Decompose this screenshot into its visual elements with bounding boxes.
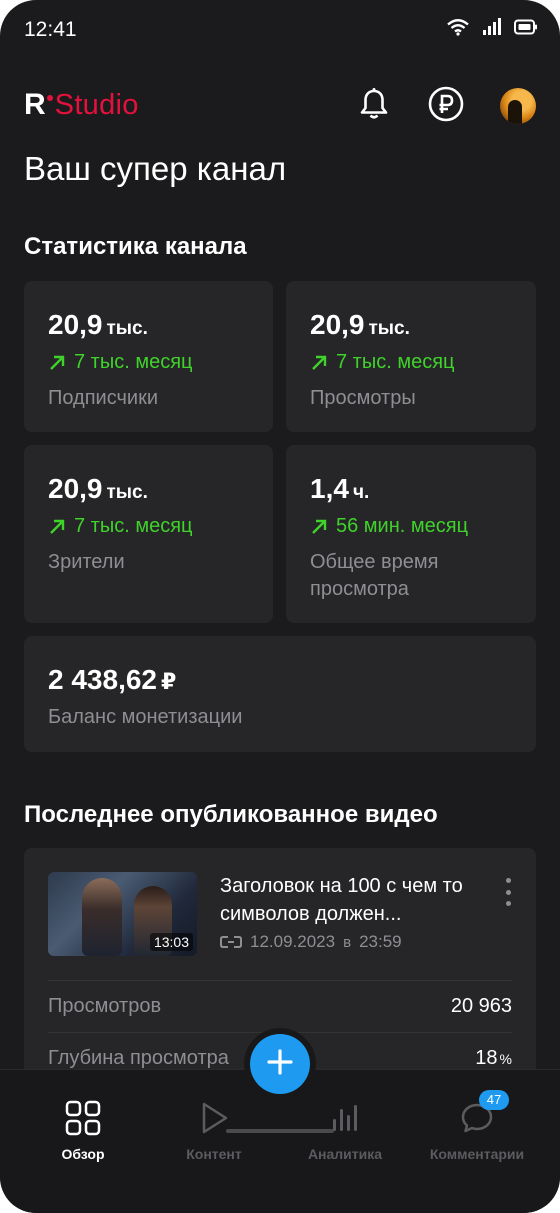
- battery-icon: [514, 19, 538, 40]
- stat-change: 7 тыс. месяц: [48, 515, 193, 538]
- stat-change: 56 мин. месяц: [310, 515, 468, 538]
- balance-card[interactable]: 2 438,62 ₽ Баланс монетизации: [24, 636, 536, 752]
- nav-label: Обзор: [61, 1146, 105, 1162]
- notifications-button[interactable]: [356, 87, 392, 125]
- logo-studio: Studio: [54, 88, 139, 121]
- plus-icon: [266, 1048, 294, 1081]
- stat-change-text: 7 тыс. месяц: [74, 515, 193, 537]
- bell-icon: [359, 87, 389, 125]
- metric-row-views: Просмотров 20 963: [48, 980, 512, 1032]
- nav-label: Контент: [186, 1146, 242, 1162]
- signal-icon: [482, 18, 502, 41]
- metric-value: 20 963: [451, 995, 512, 1018]
- video-thumbnail[interactable]: 13:03: [48, 872, 197, 956]
- stat-value: 20,9 тыс.: [48, 309, 148, 341]
- stat-label: Общее время просмотра: [310, 551, 439, 600]
- phone-screen: 12:41 R Studio Ваш супер канал Статистик…: [0, 0, 560, 1213]
- metric-label: Глубина просмотра: [48, 1047, 229, 1069]
- video-date: 12.09.2023 в 23:59: [220, 932, 402, 952]
- stats-section-title: Статистика канала: [24, 233, 247, 260]
- video-date-text: 12.09.2023: [250, 932, 336, 951]
- stat-number: 20,9: [48, 309, 103, 340]
- stat-unit: тыс.: [106, 482, 148, 503]
- comment-icon: 47: [457, 1090, 509, 1138]
- stat-change: 7 тыс. месяц: [48, 351, 193, 374]
- stat-card-watch-time[interactable]: 1,4 ч. 56 мин. месяц Общее время просмотр…: [286, 445, 536, 623]
- video-date-at: в: [343, 933, 352, 951]
- metric-number: 18: [475, 1047, 498, 1069]
- stat-value: 20,9 тыс.: [48, 473, 148, 505]
- nav-item-comments[interactable]: 47 Комментарии: [407, 1090, 547, 1162]
- stat-change: 7 тыс. месяц: [310, 351, 455, 374]
- stat-unit: ч.: [352, 482, 370, 503]
- link-icon: [220, 936, 242, 948]
- latest-video-section-title: Последнее опубликованное видео: [24, 801, 438, 828]
- currency-symbol: ₽: [161, 669, 177, 694]
- trend-up-icon: [50, 355, 65, 370]
- trend-up-icon: [312, 519, 327, 534]
- stat-card-viewers[interactable]: 20,9 тыс. 7 тыс. месяц Зрители: [24, 445, 273, 623]
- thumbnail-figure: [82, 878, 122, 956]
- balance-number: 2 438,62: [48, 664, 157, 695]
- logo-dot: [46, 95, 53, 101]
- stat-change-text: 7 тыс. месяц: [74, 351, 193, 373]
- stat-card-views[interactable]: 20,9 тыс. 7 тыс. месяц Просмотры: [286, 281, 536, 432]
- balance-value: 2 438,62 ₽: [48, 664, 176, 696]
- home-indicator[interactable]: [226, 1129, 334, 1133]
- metric-unit: %: [499, 1051, 512, 1067]
- video-time-text: 23:59: [359, 932, 402, 951]
- more-options-icon[interactable]: [496, 876, 520, 908]
- stat-card-subscribers[interactable]: 20,9 тыс. 7 тыс. месяц Подписчики: [24, 281, 273, 432]
- stat-change-text: 56 мин. месяц: [336, 515, 469, 537]
- stat-label: Подписчики: [48, 387, 159, 409]
- stat-unit: тыс.: [368, 318, 410, 339]
- page-title: Ваш супер канал: [24, 150, 287, 187]
- stat-number: 20,9: [48, 473, 103, 504]
- balance-label: Баланс монетизации: [48, 706, 243, 728]
- trend-up-icon: [312, 355, 327, 370]
- comments-count-badge: 47: [479, 1090, 509, 1110]
- video-title[interactable]: Заголовок на 100 с чем то символов долже…: [220, 872, 470, 928]
- stat-label: Просмотры: [310, 387, 416, 409]
- metric-value: 18%: [475, 1047, 512, 1070]
- nav-label: Комментарии: [429, 1146, 525, 1162]
- status-time: 12:41: [24, 18, 77, 41]
- stat-label: Зрители: [48, 551, 125, 573]
- monetization-button[interactable]: [428, 86, 464, 127]
- stat-unit: тыс.: [106, 318, 148, 339]
- grid-icon: [63, 1098, 103, 1138]
- nav-label: Аналитика: [307, 1146, 383, 1162]
- status-bar: 12:41: [0, 0, 560, 60]
- metric-label: Просмотров: [48, 995, 162, 1017]
- video-duration: 13:03: [149, 933, 193, 951]
- avatar[interactable]: [500, 88, 536, 124]
- logo-r: R: [24, 88, 46, 121]
- wifi-icon: [446, 18, 470, 41]
- ruble-icon: [428, 86, 464, 127]
- stat-value: 1,4 ч.: [310, 473, 369, 505]
- stat-number: 20,9: [310, 309, 365, 340]
- stat-value: 20,9 тыс.: [310, 309, 410, 341]
- status-icons: [446, 18, 538, 41]
- metric-number: 20 963: [450, 995, 512, 1017]
- trend-up-icon: [50, 519, 65, 534]
- stat-number: 1,4: [310, 473, 349, 504]
- rstudio-logo[interactable]: R Studio: [24, 88, 139, 122]
- add-content-button[interactable]: [250, 1034, 310, 1094]
- stat-change-text: 7 тыс. месяц: [336, 351, 455, 373]
- nav-item-overview[interactable]: Обзор: [13, 1098, 153, 1162]
- header-actions: [356, 86, 536, 127]
